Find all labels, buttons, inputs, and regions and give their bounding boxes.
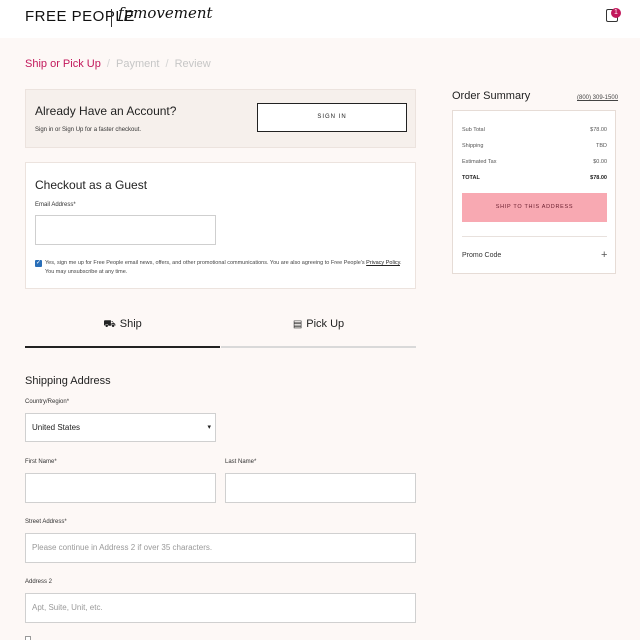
address2-label: Address 2 <box>25 579 53 585</box>
summary-row: Sub Total $78.00 <box>462 127 607 133</box>
summary-total-row: TOTAL $78.00 <box>462 175 607 181</box>
checkout-breadcrumb: Ship or Pick Up / Payment / Review <box>25 58 211 70</box>
order-summary-panel: Sub Total $78.00 Shipping TBD Estimated … <box>452 110 616 274</box>
logo-divider <box>111 9 112 27</box>
shipping-address-title: Shipping Address <box>25 375 111 387</box>
tab-ship[interactable]: ⛟ Ship <box>25 310 220 348</box>
tab-ship-label: Ship <box>119 318 142 330</box>
bottom-checkbox[interactable] <box>25 636 31 640</box>
breadcrumb-separator: / <box>165 58 169 70</box>
street-address-field[interactable]: Please continue in Address 2 if over 35 … <box>25 533 416 563</box>
address2-field[interactable]: Apt, Suite, Unit, etc. <box>25 593 416 623</box>
newsletter-checkbox[interactable]: ✓ <box>35 260 42 267</box>
summary-label: Shipping <box>462 143 484 149</box>
summary-value: TBD <box>596 143 607 149</box>
summary-label: Estimated Tax <box>462 159 497 165</box>
first-name-label: First Name* <box>25 459 57 465</box>
bag-count-badge: 1 <box>611 8 621 18</box>
phone-link[interactable]: (800) 309-1500 <box>577 95 618 101</box>
summary-label: Sub Total <box>462 127 485 133</box>
summary-value: $78.00 <box>590 175 607 181</box>
last-name-label: Last Name* <box>225 459 257 465</box>
sign-in-button[interactable]: SIGN IN <box>257 103 407 132</box>
last-name-field[interactable] <box>225 473 416 503</box>
tab-pickup[interactable]: ▤ Pick Up <box>221 310 416 348</box>
truck-icon: ⛟ <box>103 319 116 330</box>
breadcrumb-review: Review <box>174 58 211 70</box>
plus-icon[interactable]: + <box>601 249 607 261</box>
breadcrumb-separator: / <box>106 58 110 70</box>
order-summary-title: Order Summary <box>452 90 531 102</box>
breadcrumb-payment: Payment <box>116 58 160 70</box>
guest-checkout-panel: Checkout as a Guest Email Address* ✓ Yes… <box>25 162 416 289</box>
summary-value: $78.00 <box>590 127 607 133</box>
delivery-tabs: ⛟ Ship ▤ Pick Up <box>25 310 416 348</box>
country-select[interactable]: United States ▾ <box>25 413 216 442</box>
breadcrumb-ship[interactable]: Ship or Pick Up <box>25 58 101 70</box>
email-label: Email Address* <box>35 202 76 208</box>
guest-title: Checkout as a Guest <box>35 178 148 192</box>
chevron-down-icon: ▾ <box>207 424 211 431</box>
email-field[interactable] <box>35 215 216 245</box>
tab-pickup-label: Pick Up <box>306 318 345 330</box>
newsletter-consent-text: Yes, sign me up for Free People email ne… <box>45 259 410 277</box>
consent-prefix: Yes, sign me up for Free People email ne… <box>45 260 367 266</box>
promo-code-toggle[interactable]: Promo Code <box>462 252 501 259</box>
account-subtitle: Sign in or Sign Up for a faster checkout… <box>35 127 142 133</box>
summary-row: Shipping TBD <box>462 143 607 149</box>
store-icon: ▤ <box>292 319 303 330</box>
account-title: Already Have an Account? <box>35 104 177 118</box>
first-name-field[interactable] <box>25 473 216 503</box>
ship-to-address-button[interactable]: SHIP TO THIS ADDRESS <box>462 193 607 222</box>
country-value: United States <box>32 423 81 432</box>
summary-row: Estimated Tax $0.00 <box>462 159 607 165</box>
promo-divider <box>462 236 607 237</box>
site-header: FREE PEOPLE fpmovement 1 <box>0 0 640 38</box>
account-panel: Already Have an Account? Sign in or Sign… <box>25 89 416 148</box>
summary-label: TOTAL <box>462 175 480 181</box>
street-address-label: Street Address* <box>25 519 67 525</box>
movement-logo[interactable]: fpmovement <box>118 4 213 22</box>
privacy-policy-link[interactable]: Privacy Policy <box>366 260 400 266</box>
country-label: Country/Region* <box>25 399 70 405</box>
summary-value: $0.00 <box>593 159 607 165</box>
